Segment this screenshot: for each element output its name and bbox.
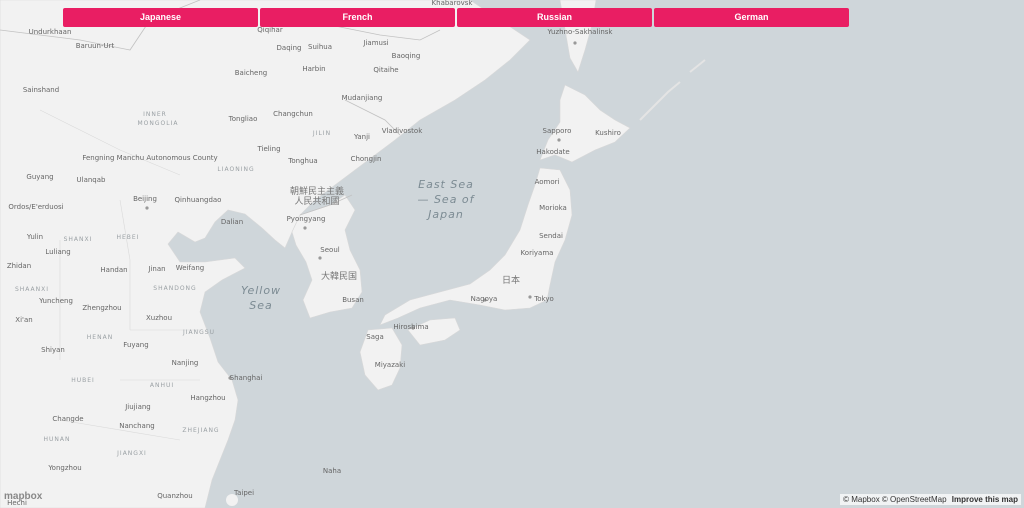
place-label: Jiamusi	[362, 39, 388, 47]
region-label: SHAANXI	[15, 286, 49, 293]
place-label: Aomori	[535, 178, 560, 186]
place-label: Changchun	[273, 110, 313, 118]
place-label: Tieling	[256, 145, 280, 153]
place-label: Qinhuangdao	[175, 196, 222, 204]
place-label: Handan	[100, 266, 127, 274]
french-button[interactable]: French	[260, 8, 455, 27]
place-label: Undurkhaan	[29, 28, 72, 36]
place-label: Yongzhou	[47, 464, 81, 472]
sea-label-east-3: Japan	[426, 208, 464, 221]
region-label: MONGOLIA	[138, 120, 179, 127]
place-label: Tonghua	[287, 157, 317, 165]
country-label-japan: 日本	[502, 274, 520, 286]
place-label: Kushiro	[595, 129, 621, 137]
place-label: Hiroshima	[393, 323, 428, 331]
place-label: Beijing	[133, 195, 157, 203]
place-label: Khabarovsk	[432, 0, 474, 7]
place-label: Zhidan	[7, 262, 31, 270]
place-label: Vladivostok	[382, 127, 424, 135]
region-label: INNER	[143, 111, 167, 118]
place-label: Qitaihe	[373, 66, 398, 74]
place-label: Baruun-Urt	[76, 42, 115, 50]
russian-button[interactable]: Russian	[457, 8, 652, 27]
place-label: Yulin	[26, 233, 43, 241]
place-label: Miyazaki	[375, 361, 405, 369]
place-label: Qiqihar	[257, 26, 283, 34]
place-label: Sapporo	[543, 127, 572, 135]
place-label: Baicheng	[235, 69, 268, 77]
region-label: HUNAN	[44, 436, 71, 443]
region-label: HENAN	[87, 334, 113, 341]
place-label: Jinan	[147, 265, 165, 273]
country-label-dprk-2: 人民共和國	[294, 196, 339, 207]
place-label: Changde	[52, 415, 83, 423]
place-label: Koriyama	[521, 249, 554, 257]
place-label: Luliang	[45, 248, 70, 256]
place-label: Guyang	[26, 173, 53, 181]
place-label: Chongjin	[351, 155, 382, 163]
place-label: Sainshand	[23, 86, 59, 94]
place-label: Ulanqab	[77, 176, 107, 184]
place-label: Pyongyang	[287, 215, 326, 223]
place-label: Xuzhou	[146, 314, 172, 322]
place-label: Saga	[366, 333, 383, 341]
place-label: Morioka	[539, 204, 567, 212]
place-label: Naha	[323, 467, 341, 475]
place-label: Nagoya	[471, 295, 498, 303]
improve-map-link[interactable]: Improve this map	[952, 495, 1018, 504]
place-label: Sendai	[539, 232, 563, 240]
place-label: Zhengzhou	[82, 304, 121, 312]
place-label: Taipei	[233, 489, 254, 497]
place-label: Quanzhou	[157, 492, 193, 500]
sea-label-yellow-1: Yellow	[241, 284, 281, 297]
place-label: Yuzhno-Sakhalinsk	[547, 28, 614, 36]
place-label: Yuncheng	[38, 297, 73, 305]
place-label: Daqing	[277, 44, 302, 52]
place-label: Shanghai	[230, 374, 263, 382]
place-label: Yanji	[353, 133, 370, 141]
region-label: SHANDONG	[153, 285, 196, 292]
mapbox-attribution-link[interactable]: © Mapbox	[843, 495, 880, 504]
region-label: ANHUI	[150, 382, 174, 389]
place-label: Fengning Manchu Autonomous County	[82, 154, 217, 162]
country-label-korea: 大韓民国	[321, 270, 357, 282]
place-label: Hangzhou	[190, 394, 225, 402]
place-label: Fuyang	[123, 341, 148, 349]
place-label: Harbin	[302, 65, 325, 73]
region-label: SHANXI	[64, 236, 93, 243]
region-label: JIANGXI	[116, 450, 147, 457]
place-label: Jiujiang	[124, 403, 151, 411]
place-label: Seoul	[320, 246, 339, 254]
region-label: JILIN	[312, 130, 331, 137]
japanese-button[interactable]: Japanese	[63, 8, 258, 27]
region-label: LIAONING	[217, 166, 254, 173]
place-label: Ordos/E'erduosi	[8, 203, 63, 211]
place-label: Weifang	[176, 264, 204, 272]
mapbox-logo[interactable]: mapbox	[4, 491, 42, 502]
sea-label-east-1: East Sea	[418, 178, 474, 191]
place-label: Xi'an	[15, 316, 32, 324]
place-label: Baoqing	[392, 52, 421, 60]
place-label: Shiyan	[41, 346, 65, 354]
country-label-dprk-1: 朝鮮民主主義	[290, 185, 344, 197]
sea-label-east-2: — Sea of	[417, 193, 475, 206]
region-label: HEBEI	[117, 234, 140, 241]
place-label: Dalian	[221, 218, 243, 226]
region-label: ZHEJIANG	[182, 427, 219, 434]
osm-attribution-link[interactable]: © OpenStreetMap	[882, 495, 947, 504]
place-label: Nanjing	[172, 359, 199, 367]
place-label: Busan	[342, 296, 364, 304]
region-label: JIANGSU	[182, 329, 215, 336]
map-attribution: © Mapbox © OpenStreetMap Improve this ma…	[840, 494, 1021, 505]
map-canvas[interactable]: East Sea — Sea of Japan Yellow Sea 朝鮮民主主…	[0, 0, 1024, 508]
place-label: Nanchang	[119, 422, 154, 430]
sea-label-yellow-2: Sea	[249, 299, 273, 312]
place-label: Tongliao	[228, 115, 258, 123]
place-label: Suihua	[308, 43, 332, 51]
place-label: Tokyo	[533, 295, 554, 303]
region-label: HUBEI	[71, 377, 95, 384]
german-button[interactable]: German	[654, 8, 849, 27]
place-label: Hakodate	[536, 148, 569, 156]
place-label: Mudanjiang	[342, 94, 383, 102]
